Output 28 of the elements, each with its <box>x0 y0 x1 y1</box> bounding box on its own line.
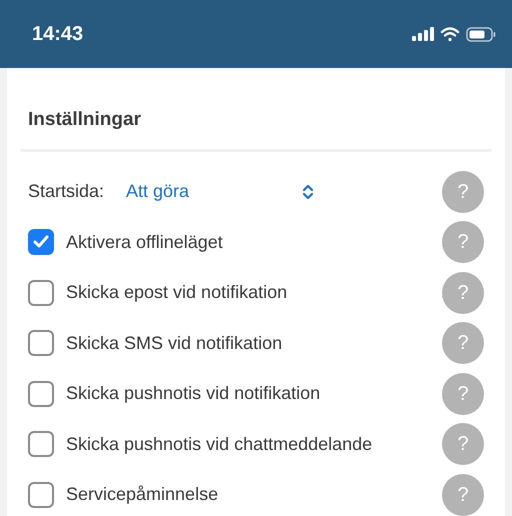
help-button[interactable]: ? <box>442 322 484 364</box>
help-button[interactable]: ? <box>442 221 484 264</box>
wifi-icon <box>440 26 460 42</box>
setting-label: Aktivera offlineläget <box>66 230 223 254</box>
section-title: Inställningar <box>21 106 491 152</box>
help-button[interactable]: ? <box>442 272 484 314</box>
setting-label: Skicka pushnotis vid notifikation <box>66 382 320 406</box>
setting-label: Servicepåminnelse <box>66 483 218 506</box>
help-button[interactable]: ? <box>442 474 484 516</box>
checkbox[interactable] <box>28 380 54 407</box>
chevron-updown-icon <box>302 184 314 200</box>
checkbox[interactable] <box>28 482 54 508</box>
signal-icon <box>412 27 434 41</box>
battery-icon <box>466 26 496 42</box>
checkbox[interactable] <box>28 229 54 256</box>
checkbox[interactable] <box>28 431 54 458</box>
clock: 14:43 <box>32 22 84 47</box>
setting-label: Skicka epost vid notifikation <box>66 281 288 304</box>
help-button[interactable]: ? <box>442 372 484 415</box>
setting-label: Startsida: <box>28 180 106 204</box>
setting-label: Skicka SMS vid notifikation <box>66 332 282 355</box>
checkbox[interactable] <box>28 280 54 306</box>
setting-label: Skicka pushnotis vid chattmeddelande <box>66 432 372 456</box>
help-button[interactable]: ? <box>442 423 484 466</box>
help-button[interactable]: ? <box>442 170 484 213</box>
start-page-select[interactable]: Att göra <box>126 178 314 206</box>
checkbox[interactable] <box>28 330 54 356</box>
checkmark-icon <box>33 235 49 250</box>
